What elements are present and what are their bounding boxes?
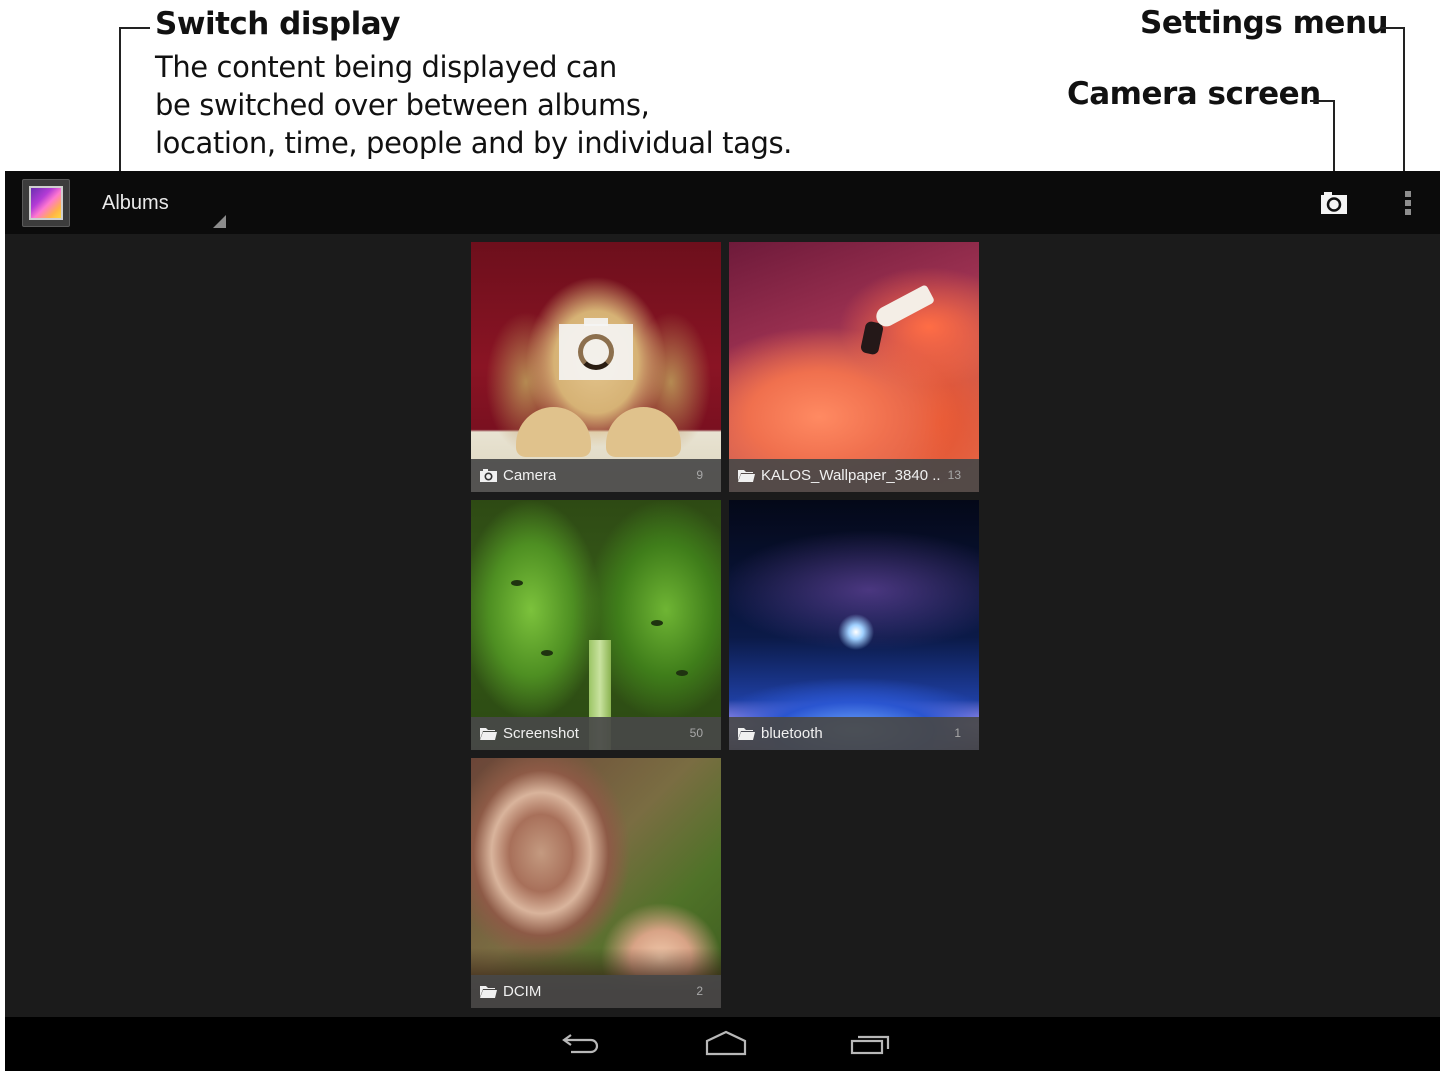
- album-thumbnail: [729, 242, 979, 492]
- album-thumbnail: [471, 758, 721, 1008]
- album-name: KALOS_Wallpaper_3840 ...: [761, 467, 941, 484]
- folder-icon: [738, 728, 755, 740]
- leader-line: [119, 27, 150, 29]
- annotation-description: The content being displayed can be switc…: [155, 48, 792, 162]
- album-thumbnail: [729, 500, 979, 750]
- annotation-line: location, time, people and by individual…: [155, 126, 792, 160]
- leader-line: [1310, 100, 1335, 102]
- camera-overlay-icon: [559, 318, 633, 380]
- overflow-menu-icon: [1405, 191, 1411, 197]
- album-label-bar: bluetooth 1: [729, 717, 979, 750]
- leader-line: [119, 27, 121, 189]
- album-tile[interactable]: DCIM 2: [471, 758, 721, 1008]
- navigation-bar: [5, 1017, 1440, 1071]
- folder-icon: [480, 986, 497, 998]
- album-count: 50: [689, 726, 703, 740]
- recent-apps-icon: [850, 1035, 890, 1055]
- camera-icon: [1321, 192, 1347, 214]
- annotation-title: Switch display: [155, 6, 400, 42]
- back-button[interactable]: [559, 1029, 603, 1059]
- album-tile[interactable]: Screenshot 50: [471, 500, 721, 750]
- view-switch-spinner[interactable]: Albums: [85, 183, 235, 229]
- spinner-selected-label: Albums: [102, 192, 169, 214]
- folder-icon: [738, 470, 755, 482]
- overflow-dot: [1405, 209, 1411, 215]
- back-icon: [562, 1034, 599, 1054]
- camera-button[interactable]: [1319, 189, 1349, 217]
- leader-line: [1380, 27, 1405, 29]
- overflow-dot: [1405, 200, 1411, 206]
- camera-icon: [480, 469, 497, 482]
- album-label-bar: DCIM 2: [471, 975, 721, 1008]
- album-name: DCIM: [503, 983, 542, 1000]
- annotation-line: be switched over between albums,: [155, 88, 650, 122]
- album-label-bar: Camera 9: [471, 459, 721, 492]
- album-tile[interactable]: KALOS_Wallpaper_3840 ... 13: [729, 242, 979, 492]
- album-label-bar: Screenshot 50: [471, 717, 721, 750]
- annotation-line: The content being displayed can: [155, 50, 617, 84]
- overflow-menu-button[interactable]: [1398, 187, 1418, 219]
- album-count: 9: [696, 468, 703, 482]
- album-name: Camera: [503, 467, 557, 484]
- action-bar: Albums: [5, 171, 1440, 234]
- home-icon: [705, 1030, 747, 1056]
- gallery-screen: Albums Camera 9 KALOS_Wallpaper_3840 ...…: [5, 171, 1440, 1071]
- album-count: 1: [954, 726, 961, 740]
- folder-icon: [480, 728, 497, 740]
- album-count: 2: [696, 984, 703, 998]
- album-count: 13: [947, 468, 961, 482]
- leader-line: [1403, 27, 1405, 190]
- album-name: Screenshot: [503, 725, 579, 742]
- album-label-bar: KALOS_Wallpaper_3840 ... 13: [729, 459, 979, 492]
- album-tile[interactable]: bluetooth 1: [729, 500, 979, 750]
- recent-apps-button[interactable]: [848, 1029, 892, 1059]
- home-button[interactable]: [704, 1029, 748, 1059]
- album-tile[interactable]: Camera 9: [471, 242, 721, 492]
- annotation-title: Camera screen: [1067, 76, 1321, 112]
- dropdown-arrow-icon: [213, 215, 226, 228]
- gallery-app-icon[interactable]: [22, 179, 70, 227]
- album-thumbnail: [471, 500, 721, 750]
- album-thumbnail: [471, 242, 721, 492]
- album-name: bluetooth: [761, 725, 823, 742]
- annotation-title: Settings menu: [1140, 5, 1389, 41]
